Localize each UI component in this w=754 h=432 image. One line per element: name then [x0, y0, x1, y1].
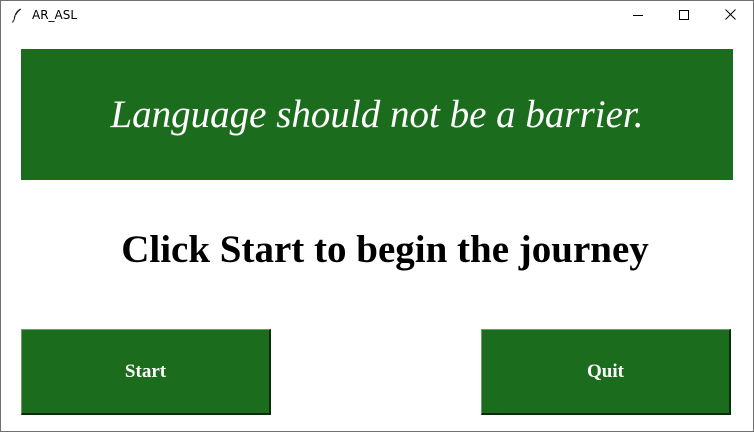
close-icon	[724, 7, 736, 25]
instruction-heading: Click Start to begin the journey	[121, 228, 649, 271]
minimize-icon	[633, 7, 643, 25]
window-title: AR_ASL	[32, 8, 78, 22]
maximize-icon	[679, 7, 689, 25]
start-button-label: Start	[124, 360, 167, 382]
quit-button[interactable]: Quit	[481, 329, 731, 415]
feather-icon	[9, 7, 25, 23]
minimize-button[interactable]	[615, 1, 661, 30]
app-window: AR_ASL Language should not be a barrier.…	[0, 0, 754, 432]
maximize-button[interactable]	[661, 1, 707, 30]
close-button[interactable]	[707, 1, 753, 30]
title-bar[interactable]: AR_ASL	[1, 1, 753, 30]
slogan-banner: Language should not be a barrier.	[21, 49, 733, 180]
quit-button-label: Quit	[587, 360, 624, 382]
start-button[interactable]: Start	[21, 329, 271, 415]
slogan-text: Language should not be a barrier.	[110, 93, 644, 136]
